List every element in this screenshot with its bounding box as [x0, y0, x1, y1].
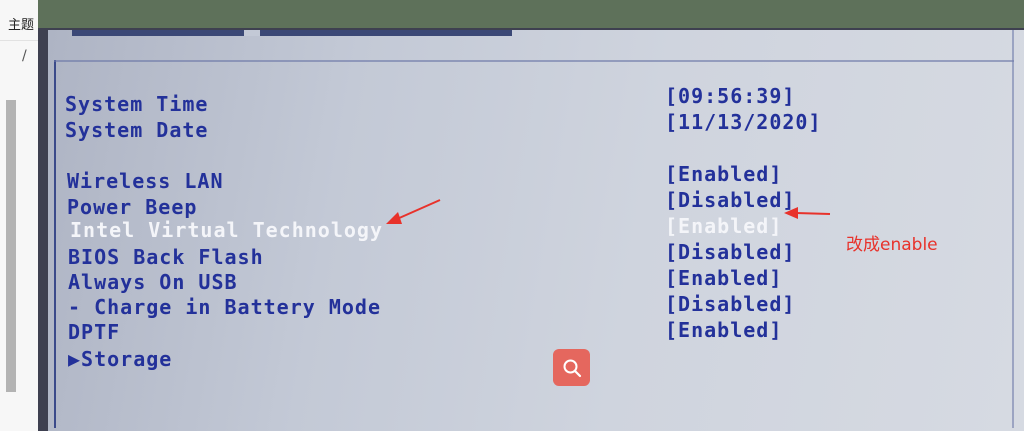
bios-label-power-beep: Power Beep — [67, 195, 198, 219]
bios-value-charge-battery[interactable]: [Disabled] — [665, 292, 795, 316]
topic-label: 主题 — [8, 18, 35, 33]
webpage-left-panel: 主题 / — [0, 0, 38, 431]
bios-value-system-time[interactable]: [09:56:39] — [665, 84, 795, 108]
bios-label-system-time: System Time — [65, 92, 209, 116]
bios-label-bios-back-flash: BIOS Back Flash — [68, 245, 264, 269]
bios-label-charge-battery: - Charge in Battery Mode — [68, 295, 381, 319]
bios-label-dptf: DPTF — [68, 320, 121, 344]
bios-label-intel-vt[interactable]: Intel Virtual Technology — [70, 218, 383, 242]
search-icon — [563, 359, 581, 377]
scrollbar[interactable] — [6, 100, 16, 392]
bios-label-system-date: System Date — [65, 118, 209, 142]
frame-line — [54, 60, 56, 428]
bios-submenu-storage[interactable]: ▶Storage — [68, 347, 172, 371]
frame-line — [1012, 30, 1014, 428]
bios-photo: System Time System Date Wireless LAN Pow… — [38, 0, 1024, 431]
frame-line — [54, 60, 1014, 62]
bios-value-bios-back-flash[interactable]: [Disabled] — [665, 240, 795, 264]
search-button[interactable] — [553, 349, 590, 386]
annotation-text: 改成enable — [846, 235, 938, 255]
submenu-label: Storage — [81, 347, 173, 371]
bios-value-dptf[interactable]: [Enabled] — [665, 318, 782, 342]
submenu-arrow-icon: ▶ — [68, 347, 82, 371]
bios-value-system-date[interactable]: [11/13/2020] — [665, 110, 822, 134]
bios-value-always-on-usb[interactable]: [Enabled] — [665, 266, 782, 290]
bios-value-wireless-lan[interactable]: [Enabled] — [665, 162, 782, 186]
divider — [0, 40, 38, 41]
bios-value-intel-vt[interactable]: [Enabled] — [665, 214, 782, 238]
bios-value-power-beep[interactable]: [Disabled] — [665, 188, 795, 212]
bios-label-always-on-usb: Always On USB — [68, 270, 238, 294]
bios-label-wireless-lan: Wireless LAN — [67, 169, 224, 193]
bios-tab-strip — [72, 30, 512, 36]
edit-glyph: / — [22, 48, 27, 64]
